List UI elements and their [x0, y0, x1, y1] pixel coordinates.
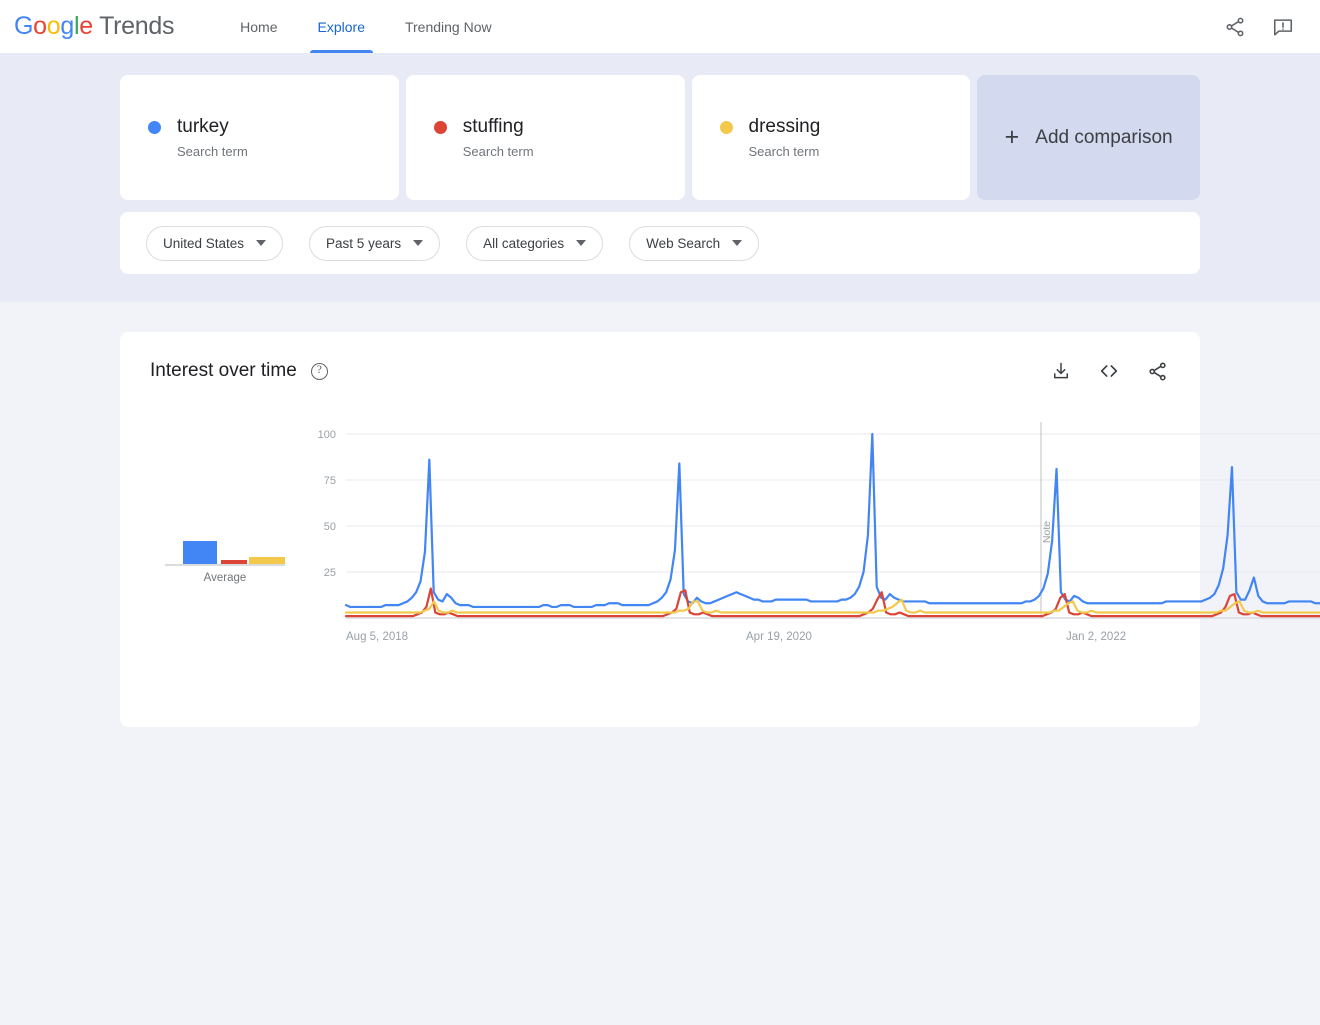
add-comparison-label: Add comparison: [1035, 126, 1173, 148]
nav-item-explore[interactable]: Explore: [304, 0, 379, 53]
series-color-dot-dressing: [719, 120, 733, 134]
search-term-cards: turkey Search term stuffing Search term …: [120, 75, 1200, 200]
main-content: Interest over time ? Average 100 75 50 2…: [0, 302, 1320, 1025]
download-icon[interactable]: [1048, 358, 1074, 384]
logo-letter-o2: o: [46, 12, 61, 40]
x-axis-tick-label: Jan 2, 2022: [1066, 631, 1126, 643]
logo-letter-o1: o: [33, 12, 47, 40]
average-mini-chart: Average: [165, 530, 285, 584]
main-nav: Home Explore Trending Now: [220, 0, 511, 53]
plus-icon: +: [1004, 123, 1020, 151]
logo-letter-g1: G: [14, 12, 34, 40]
filters-bar: United States Past 5 years All categorie…: [120, 212, 1200, 274]
chart-plot-area: Average 100 75 50 25 Note Aug 5, 2018 Apr 19, …: [150, 420, 1320, 650]
search-type-filter-label: Web Search: [646, 235, 721, 251]
search-term-card-turkey[interactable]: turkey Search term: [120, 75, 399, 200]
share-icon[interactable]: [1144, 358, 1170, 384]
chevron-down-icon: [413, 240, 424, 246]
y-axis-tick-label: 25: [324, 567, 336, 579]
x-axis-tick-label: Apr 19, 2020: [746, 631, 812, 643]
average-bar-turkey: [183, 541, 217, 564]
category-filter[interactable]: All categories: [466, 225, 604, 261]
series-color-dot-turkey: [148, 120, 161, 134]
category-filter-label: All categories: [483, 235, 565, 251]
average-bar-stuffing: [221, 560, 247, 564]
page-title: Interest over time: [150, 360, 297, 381]
nav-item-home[interactable]: Home: [226, 0, 291, 53]
top-navigation-bar: Google Trends Home Explore Trending Now: [0, 0, 1320, 53]
location-filter-label: United States: [163, 235, 245, 251]
time-range-filter-label: Past 5 years: [326, 235, 402, 251]
average-label: Average: [203, 572, 247, 584]
search-term-subtitle: Search term: [177, 143, 248, 159]
add-comparison-button[interactable]: + Add comparison: [977, 75, 1200, 200]
chart-header: Interest over time ?: [150, 358, 1170, 384]
feedback-icon[interactable]: [1270, 14, 1296, 40]
average-baseline: [165, 564, 285, 566]
search-term-name: stuffing: [462, 116, 524, 138]
nav-item-trending-now[interactable]: Trending Now: [391, 0, 506, 53]
topbar-actions: [1222, 14, 1304, 40]
search-term-card-dressing[interactable]: dressing Search term: [691, 75, 971, 200]
chevron-down-icon: [256, 240, 267, 246]
code-icon[interactable]: [1096, 358, 1122, 384]
y-axis-tick-label: 100: [318, 429, 336, 441]
google-trends-logo[interactable]: Google Trends: [14, 14, 174, 39]
interest-over-time-card: Interest over time ? Average 100 75 50 2…: [120, 332, 1320, 727]
chevron-down-icon: [732, 240, 743, 246]
time-range-filter[interactable]: Past 5 years: [309, 225, 441, 261]
share-icon[interactable]: [1222, 14, 1248, 40]
search-term-subtitle: Search term: [748, 143, 820, 159]
search-type-filter[interactable]: Web Search: [629, 225, 760, 261]
series-color-dot-stuffing: [433, 120, 447, 134]
search-term-name: dressing: [748, 116, 821, 138]
x-axis-tick-label: Aug 5, 2018: [346, 631, 408, 643]
chevron-down-icon: [576, 240, 587, 246]
trend-line-chart[interactable]: 100 75 50 25 Note Aug 5, 2018 Apr 19, 2020 Jan …: [298, 420, 1320, 650]
logo-letter-g2: g: [60, 12, 74, 40]
chart-toolbar: [1048, 358, 1170, 384]
logo-letter-e: e: [79, 12, 93, 40]
search-term-subtitle: Search term: [462, 143, 534, 159]
average-bars: [165, 530, 285, 566]
search-term-card-stuffing[interactable]: stuffing Search term: [405, 75, 685, 200]
logo-word-trends: Trends: [99, 12, 175, 40]
search-terms-section: turkey Search term stuffing Search term …: [0, 53, 1320, 302]
y-axis-tick-label: 50: [324, 521, 336, 533]
y-axis-tick-label: 75: [324, 475, 336, 487]
average-bar-dressing: [249, 557, 285, 564]
trend-line-turkey: [344, 432, 1320, 609]
location-filter[interactable]: United States: [146, 225, 284, 261]
help-icon[interactable]: ?: [310, 362, 328, 380]
search-term-name: turkey: [177, 116, 229, 138]
